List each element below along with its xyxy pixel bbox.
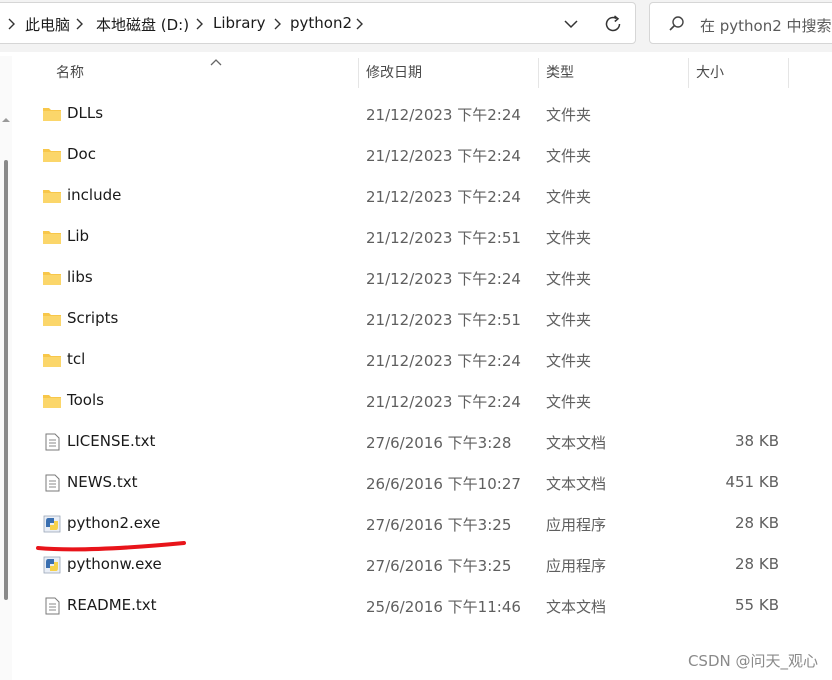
file-name[interactable]: include: [67, 186, 121, 204]
file-name[interactable]: tcl: [67, 350, 85, 368]
file-type: 文件夹: [546, 106, 592, 124]
chevron-right-icon[interactable]: [271, 16, 283, 32]
address-bar[interactable]: 此电脑 本地磁盘 (D:) Library python2: [0, 2, 636, 44]
file-name[interactable]: README.txt: [67, 596, 157, 614]
table-row[interactable]: NEWS.txt 26/6/2016 下午10:27 文本文档 451 KB: [0, 463, 832, 504]
file-date: 21/12/2023 下午2:24: [366, 352, 521, 370]
column-header-date[interactable]: 修改日期: [366, 56, 422, 92]
search-box[interactable]: 在 python2 中搜索: [649, 2, 832, 44]
file-name[interactable]: Doc: [67, 145, 96, 163]
table-row[interactable]: include 21/12/2023 下午2:24 文件夹: [0, 176, 832, 217]
folder-icon: [43, 272, 61, 285]
file-name[interactable]: python2.exe: [67, 514, 160, 532]
file-name[interactable]: Tools: [67, 391, 104, 409]
file-type: 文件夹: [546, 147, 592, 165]
column-divider[interactable]: [788, 58, 789, 88]
folder-icon: [43, 395, 61, 408]
file-size: 38 KB: [735, 432, 779, 450]
sort-ascending-icon: [210, 59, 222, 66]
text-file-icon: [45, 597, 60, 615]
top-bar: 此电脑 本地磁盘 (D:) Library python2 在 python2 …: [0, 0, 832, 52]
file-date: 21/12/2023 下午2:24: [366, 147, 521, 165]
file-type: 文件夹: [546, 393, 592, 411]
column-header-type[interactable]: 类型: [546, 56, 574, 92]
table-row[interactable]: tcl 21/12/2023 下午2:24 文件夹: [0, 340, 832, 381]
folder-icon: [43, 149, 61, 162]
folder-icon: [43, 190, 61, 203]
table-row[interactable]: Scripts 21/12/2023 下午2:51 文件夹: [0, 299, 832, 340]
python-exe-icon: [43, 556, 61, 574]
file-size: 451 KB: [725, 473, 779, 491]
column-header-size[interactable]: 大小: [696, 56, 724, 92]
file-size: 28 KB: [735, 555, 779, 573]
chevron-right-icon[interactable]: [353, 16, 365, 32]
file-date: 27/6/2016 下午3:25: [366, 557, 512, 575]
breadcrumb-item-drive[interactable]: 本地磁盘 (D:): [96, 14, 189, 35]
file-date: 25/6/2016 下午11:46: [366, 598, 521, 616]
search-input[interactable]: 在 python2 中搜索: [700, 15, 832, 36]
file-date: 21/12/2023 下午2:51: [366, 229, 521, 247]
file-size: 28 KB: [735, 514, 779, 532]
file-date: 27/6/2016 下午3:28: [366, 434, 512, 452]
file-type: 文件夹: [546, 270, 592, 288]
file-date: 27/6/2016 下午3:25: [366, 516, 512, 534]
file-type: 应用程序: [546, 557, 607, 575]
chevron-down-icon[interactable]: [559, 12, 583, 36]
table-row[interactable]: Doc 21/12/2023 下午2:24 文件夹: [0, 135, 832, 176]
file-type: 文件夹: [546, 311, 592, 329]
file-type: 文件夹: [546, 229, 592, 247]
red-underline-annotation: [36, 541, 186, 552]
file-name[interactable]: Scripts: [67, 309, 118, 327]
file-date: 21/12/2023 下午2:24: [366, 270, 521, 288]
breadcrumb-item-python2[interactable]: python2: [290, 14, 352, 32]
column-divider[interactable]: [358, 58, 359, 88]
breadcrumb-item-library[interactable]: Library: [213, 14, 265, 32]
text-file-icon: [45, 474, 60, 492]
file-date: 21/12/2023 下午2:24: [366, 188, 521, 206]
file-date: 21/12/2023 下午2:24: [366, 393, 521, 411]
chevron-right-icon[interactable]: [73, 16, 85, 32]
breadcrumb-item-pc[interactable]: 此电脑: [25, 14, 70, 35]
file-name[interactable]: pythonw.exe: [67, 555, 162, 573]
file-name[interactable]: DLLs: [67, 104, 103, 122]
column-header-row: 名称 修改日期 类型 大小: [12, 56, 832, 92]
folder-icon: [43, 231, 61, 244]
table-row[interactable]: libs 21/12/2023 下午2:24 文件夹: [0, 258, 832, 299]
column-divider[interactable]: [538, 58, 539, 88]
file-date: 26/6/2016 下午10:27: [366, 475, 521, 493]
folder-icon: [43, 354, 61, 367]
chevron-right-icon[interactable]: [5, 16, 17, 32]
file-date: 21/12/2023 下午2:24: [366, 106, 521, 124]
text-file-icon: [45, 433, 60, 451]
refresh-icon[interactable]: [601, 12, 625, 36]
file-name[interactable]: LICENSE.txt: [67, 432, 155, 450]
folder-icon: [43, 108, 61, 121]
column-divider[interactable]: [688, 58, 689, 88]
watermark: CSDN @问天_观心: [687, 652, 818, 670]
file-type: 文本文档: [546, 598, 607, 616]
file-name[interactable]: libs: [67, 268, 93, 286]
column-header-name[interactable]: 名称: [56, 56, 84, 92]
table-row[interactable]: README.txt 25/6/2016 下午11:46 文本文档 55 KB: [0, 586, 832, 627]
table-row[interactable]: LICENSE.txt 27/6/2016 下午3:28 文本文档 38 KB: [0, 422, 832, 463]
file-type: 文本文档: [546, 475, 607, 493]
search-icon: [669, 16, 684, 31]
table-row[interactable]: DLLs 21/12/2023 下午2:24 文件夹: [0, 94, 832, 135]
file-type: 文本文档: [546, 434, 607, 452]
file-name[interactable]: Lib: [67, 227, 89, 245]
python-exe-icon: [43, 515, 61, 533]
table-row[interactable]: Lib 21/12/2023 下午2:51 文件夹: [0, 217, 832, 258]
table-row[interactable]: Tools 21/12/2023 下午2:24 文件夹: [0, 381, 832, 422]
file-date: 21/12/2023 下午2:51: [366, 311, 521, 329]
chevron-right-icon[interactable]: [193, 16, 205, 32]
file-type: 应用程序: [546, 516, 607, 534]
file-name[interactable]: NEWS.txt: [67, 473, 137, 491]
file-size: 55 KB: [735, 596, 779, 614]
file-type: 文件夹: [546, 352, 592, 370]
folder-icon: [43, 313, 61, 326]
file-type: 文件夹: [546, 188, 592, 206]
